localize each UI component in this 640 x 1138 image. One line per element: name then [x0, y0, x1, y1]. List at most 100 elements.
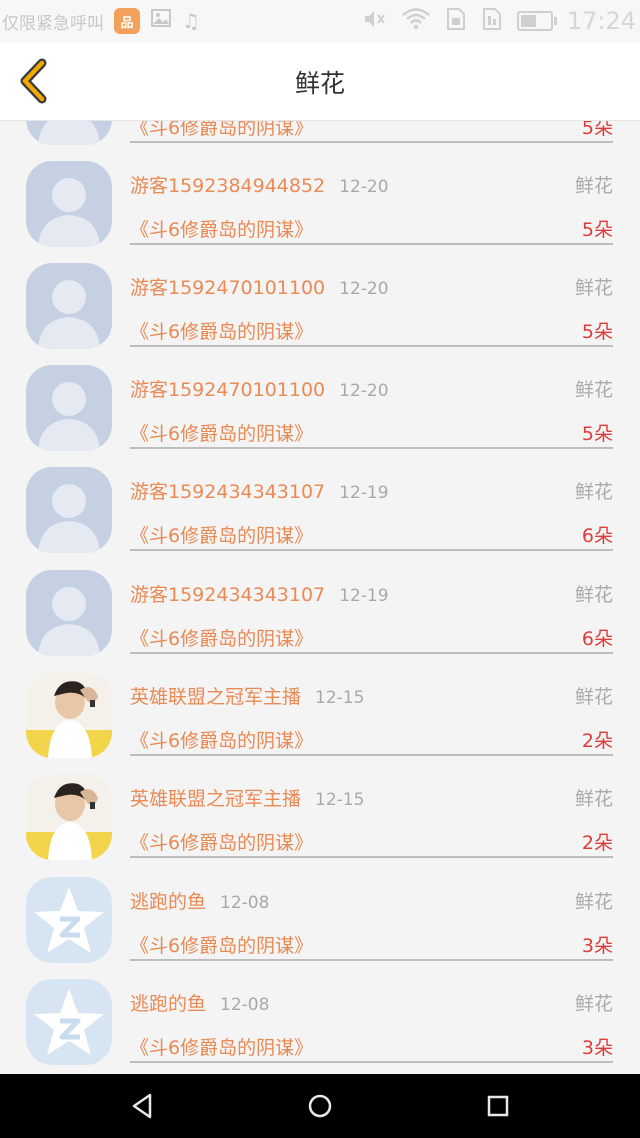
book-title: 《斗6修爵岛的阴谋》	[130, 121, 314, 139]
book-title[interactable]: 《斗6修爵岛的阴谋》	[130, 521, 313, 548]
sim2-icon	[481, 7, 503, 36]
user-name[interactable]: 英雄联盟之冠军主播 12-15	[130, 784, 364, 811]
sim-icon	[445, 7, 467, 36]
list-item[interactable]: 游客1592434343107 12-19 鲜花 《斗6修爵岛的阴谋》 6朵	[0, 467, 640, 569]
book-title[interactable]: 《斗6修爵岛的阴谋》	[130, 1033, 313, 1060]
gift-date: 12-15	[315, 790, 365, 810]
row-divider	[130, 243, 613, 245]
row-divider	[130, 1061, 613, 1063]
gift-date: 12-20	[339, 177, 389, 197]
book-title[interactable]: 《斗6修爵岛的阴谋》	[130, 317, 313, 344]
user-name-text: 游客1592434343107	[130, 481, 326, 503]
guest-avatar	[26, 365, 112, 451]
wifi-icon	[401, 7, 431, 35]
user-name-text: 游客1592434343107	[130, 584, 326, 606]
gift-date: 12-08	[220, 893, 270, 913]
gift-date: 12-08	[220, 995, 270, 1015]
user-name[interactable]: 游客1592434343107 12-19	[130, 477, 389, 504]
gift-date: 12-19	[339, 483, 389, 503]
user-name-text: 游客1592384944852	[130, 175, 326, 197]
nav-home-button[interactable]	[304, 1090, 336, 1122]
app-header: 鲜花	[0, 42, 640, 121]
gift-date: 12-19	[339, 586, 389, 606]
user-name[interactable]: 游客1592434343107 12-19	[130, 580, 389, 607]
book-title[interactable]: 《斗6修爵岛的阴谋》	[130, 215, 313, 242]
page-title: 鲜花	[294, 69, 345, 98]
user-name-text: 逃跑的鱼	[130, 891, 207, 913]
app-badge-icon: 品	[114, 8, 140, 34]
flower-count: 3朵	[581, 1037, 613, 1059]
star-avatar	[26, 979, 112, 1065]
list-item[interactable]: 游客1592384944852 12-20 鲜花 《斗6修爵岛的阴谋》 5朵	[0, 161, 640, 263]
guest-avatar	[26, 570, 112, 656]
row-divider	[130, 959, 613, 961]
flower-count: 6朵	[581, 525, 613, 547]
system-nav-bar	[0, 1074, 640, 1138]
row-divider	[130, 141, 613, 143]
guest-avatar	[26, 161, 112, 247]
flower-count: 2朵	[581, 832, 613, 854]
flower-count: 5朵	[581, 219, 613, 241]
book-title[interactable]: 《斗6修爵岛的阴谋》	[130, 828, 313, 855]
flower-count: 6朵	[581, 628, 613, 650]
home-circle-icon	[308, 1094, 332, 1118]
guest-avatar	[26, 121, 112, 145]
flower-count: 3朵	[581, 935, 613, 957]
flower-count: 2朵	[581, 730, 613, 752]
back-triangle-icon	[132, 1093, 152, 1119]
gift-type: 鲜花	[574, 481, 613, 503]
status-bar: 仅限紧急呼叫 品 ♫ 17:24	[0, 0, 640, 42]
row-divider	[130, 856, 613, 858]
list-item[interactable]: 游客1592470101100 12-20 鲜花 《斗6修爵岛的阴谋》 5朵	[0, 263, 640, 365]
user-name[interactable]: 游客1592470101100 12-20	[130, 375, 389, 402]
nav-back-button[interactable]	[126, 1090, 158, 1122]
book-title[interactable]: 《斗6修爵岛的阴谋》	[130, 624, 313, 651]
list-item[interactable]: 逃跑的鱼 12-08 鲜花 《斗6修爵岛的阴谋》 3朵	[0, 979, 640, 1074]
list-item-partial[interactable]: 《斗6修爵岛的阴谋》 5朵	[0, 121, 640, 163]
gift-type: 鲜花	[574, 891, 613, 913]
book-title[interactable]: 《斗6修爵岛的阴谋》	[130, 419, 313, 446]
row-divider	[130, 345, 613, 347]
image-icon	[150, 7, 172, 35]
music-icon: ♫	[182, 9, 200, 33]
carrier-text: 仅限紧急呼叫	[2, 13, 104, 34]
row-divider	[130, 447, 613, 449]
user-name[interactable]: 英雄联盟之冠军主播 12-15	[130, 682, 364, 709]
user-name[interactable]: 逃跑的鱼 12-08	[130, 989, 269, 1016]
photo-avatar	[26, 672, 112, 758]
list-item[interactable]: 游客1592434343107 12-19 鲜花 《斗6修爵岛的阴谋》 6朵	[0, 570, 640, 672]
gift-date: 12-20	[339, 381, 389, 401]
battery-icon	[516, 11, 557, 31]
flower-count: 5朵	[581, 321, 613, 343]
list-item[interactable]: 英雄联盟之冠军主播 12-15 鲜花 《斗6修爵岛的阴谋》 2朵	[0, 774, 640, 876]
status-left: 仅限紧急呼叫 品 ♫	[2, 8, 200, 34]
user-name-text: 逃跑的鱼	[130, 993, 207, 1015]
gift-date: 12-15	[315, 688, 365, 708]
list-item[interactable]: 逃跑的鱼 12-08 鲜花 《斗6修爵岛的阴谋》 3朵	[0, 877, 640, 979]
user-name[interactable]: 游客1592470101100 12-20	[130, 273, 389, 300]
row-divider	[130, 652, 613, 654]
book-title[interactable]: 《斗6修爵岛的阴谋》	[130, 726, 313, 753]
clock: 17:24	[566, 7, 636, 35]
user-name[interactable]: 逃跑的鱼 12-08	[130, 887, 269, 914]
list-item[interactable]: 游客1592470101100 12-20 鲜花 《斗6修爵岛的阴谋》 5朵	[0, 365, 640, 467]
gift-date: 12-20	[339, 279, 389, 299]
gift-type: 鲜花	[574, 277, 613, 299]
row-divider	[130, 754, 613, 756]
guest-avatar	[26, 263, 112, 349]
gift-type: 鲜花	[574, 379, 613, 401]
guest-avatar	[26, 467, 112, 553]
row-divider	[130, 549, 613, 551]
nav-recents-button[interactable]	[482, 1090, 514, 1122]
book-title[interactable]: 《斗6修爵岛的阴谋》	[130, 931, 313, 958]
user-name[interactable]: 游客1592384944852 12-20	[130, 171, 389, 198]
list-item[interactable]: 英雄联盟之冠军主播 12-15 鲜花 《斗6修爵岛的阴谋》 2朵	[0, 672, 640, 774]
recents-square-icon	[487, 1095, 509, 1117]
photo-avatar	[26, 774, 112, 860]
flower-list[interactable]: 《斗6修爵岛的阴谋》 5朵 游客1592384944852 12-20 鲜花 《斗…	[0, 121, 640, 1074]
gift-type: 鲜花	[574, 686, 613, 708]
gift-type: 鲜花	[574, 788, 613, 810]
battery-level	[520, 15, 536, 27]
user-name-text: 游客1592470101100	[130, 379, 326, 401]
gift-type: 鲜花	[574, 175, 613, 197]
